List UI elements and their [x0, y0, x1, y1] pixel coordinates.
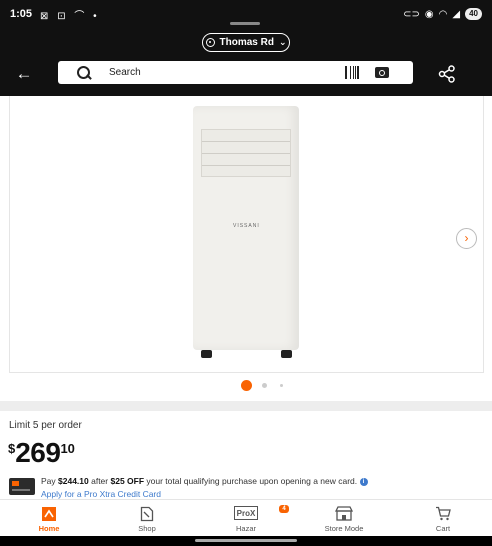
chevron-down-icon: ⌄: [278, 37, 287, 47]
svg-text:ProX: ProX: [237, 509, 256, 518]
store-icon: [335, 506, 353, 521]
store-name: Thomas Rd: [219, 37, 274, 48]
vent-slat: [202, 153, 290, 154]
home-depot-logo-icon: [42, 507, 56, 521]
wifi-icon: ◠: [438, 8, 448, 20]
cart-icon: [436, 506, 451, 521]
nav-cart[interactable]: Cart: [418, 500, 468, 537]
promo-prefix: Pay: [41, 476, 59, 486]
camera-icon[interactable]: [375, 67, 389, 78]
price-cents: 10: [60, 441, 75, 456]
product-wheel: [281, 350, 292, 358]
notification-badge: 4: [279, 505, 289, 513]
search-bar[interactable]: [58, 61, 413, 84]
nav-pro-xtra-label: Hazar: [235, 524, 256, 533]
nav-store-mode[interactable]: Store Mode: [314, 500, 374, 537]
carousel-dot-active[interactable]: [241, 380, 252, 391]
section-divider: [0, 401, 492, 411]
link-icon: ⊂⊃: [403, 8, 420, 20]
bottom-navigation: Home Shop ProX 4 Hazar Store Mode Cart: [0, 499, 492, 536]
shop-icon: [140, 506, 154, 522]
purchase-limit: Limit 5 per order: [9, 420, 82, 431]
product-wheel: [201, 350, 212, 358]
barcode-scan-icon[interactable]: [345, 66, 359, 79]
notification-icons: ⊠ ⊡ ⌒ •: [40, 10, 100, 22]
nav-home[interactable]: Home: [24, 500, 74, 537]
nav-store-mode-label: Store Mode: [324, 524, 364, 533]
search-input[interactable]: [109, 67, 339, 78]
carousel-dots: [0, 380, 492, 392]
signal-icon: ◢: [452, 8, 461, 20]
sheet-handle: [230, 22, 260, 25]
apply-credit-card-link[interactable]: Apply for a Pro Xtra Credit Card: [41, 489, 161, 499]
info-icon[interactable]: i: [359, 477, 368, 486]
nav-pro-xtra[interactable]: ProX 4 Hazar: [221, 500, 289, 537]
nav-shop-label: Shop: [138, 524, 156, 533]
carousel-dot[interactable]: [262, 383, 267, 388]
carousel-next-button[interactable]: ›: [456, 228, 477, 249]
status-time: 1:05: [10, 8, 33, 20]
app-header: 1:05 ⊠ ⊡ ⌒ • ⊂⊃ ◉ ◠ ◢ 40 Thomas Rd ⌄ ←: [0, 0, 492, 96]
product-brand-mark: VISSANI: [233, 223, 260, 229]
credit-card-icon: [9, 478, 35, 495]
price-currency: $: [8, 441, 16, 456]
status-bar: 1:05 ⊠ ⊡ ⌒ • ⊂⊃ ◉ ◠ ◢ 40: [10, 6, 482, 22]
share-icon[interactable]: [438, 65, 456, 83]
vent-slat: [202, 141, 290, 142]
product-page: VISSANI › Limit 5 per order $26910 Pay $…: [0, 96, 492, 499]
nav-shop[interactable]: Shop: [122, 500, 172, 537]
credit-card-promo: Pay $244.10 after $25 OFF your total qua…: [41, 476, 486, 487]
nav-cart-label: Cart: [435, 524, 451, 533]
nav-home-label: Home: [38, 524, 60, 533]
battery-icon: 40: [465, 8, 482, 20]
status-right-icons: ⊂⊃ ◉ ◠ ◢ 40: [403, 8, 482, 20]
promo-middle: after: [88, 476, 111, 486]
carousel-dot[interactable]: [280, 384, 283, 387]
gesture-bar[interactable]: [195, 539, 297, 542]
store-pin-icon: [205, 38, 215, 47]
pro-xtra-icon: ProX: [234, 506, 258, 520]
price-dollars: 269: [15, 437, 61, 468]
vent-slat: [202, 165, 290, 166]
product-price: $26910: [8, 437, 75, 469]
promo-discounted-price: $244.10: [58, 476, 89, 486]
promo-discount: $25 OFF: [110, 476, 145, 486]
back-arrow-icon[interactable]: ←: [14, 64, 34, 84]
search-icon: [76, 65, 92, 81]
promo-suffix: your total qualifying purchase upon open…: [144, 476, 358, 486]
store-selector-button[interactable]: Thomas Rd ⌄: [202, 33, 290, 52]
location-icon: ◉: [424, 8, 434, 20]
gesture-area: [0, 536, 492, 546]
